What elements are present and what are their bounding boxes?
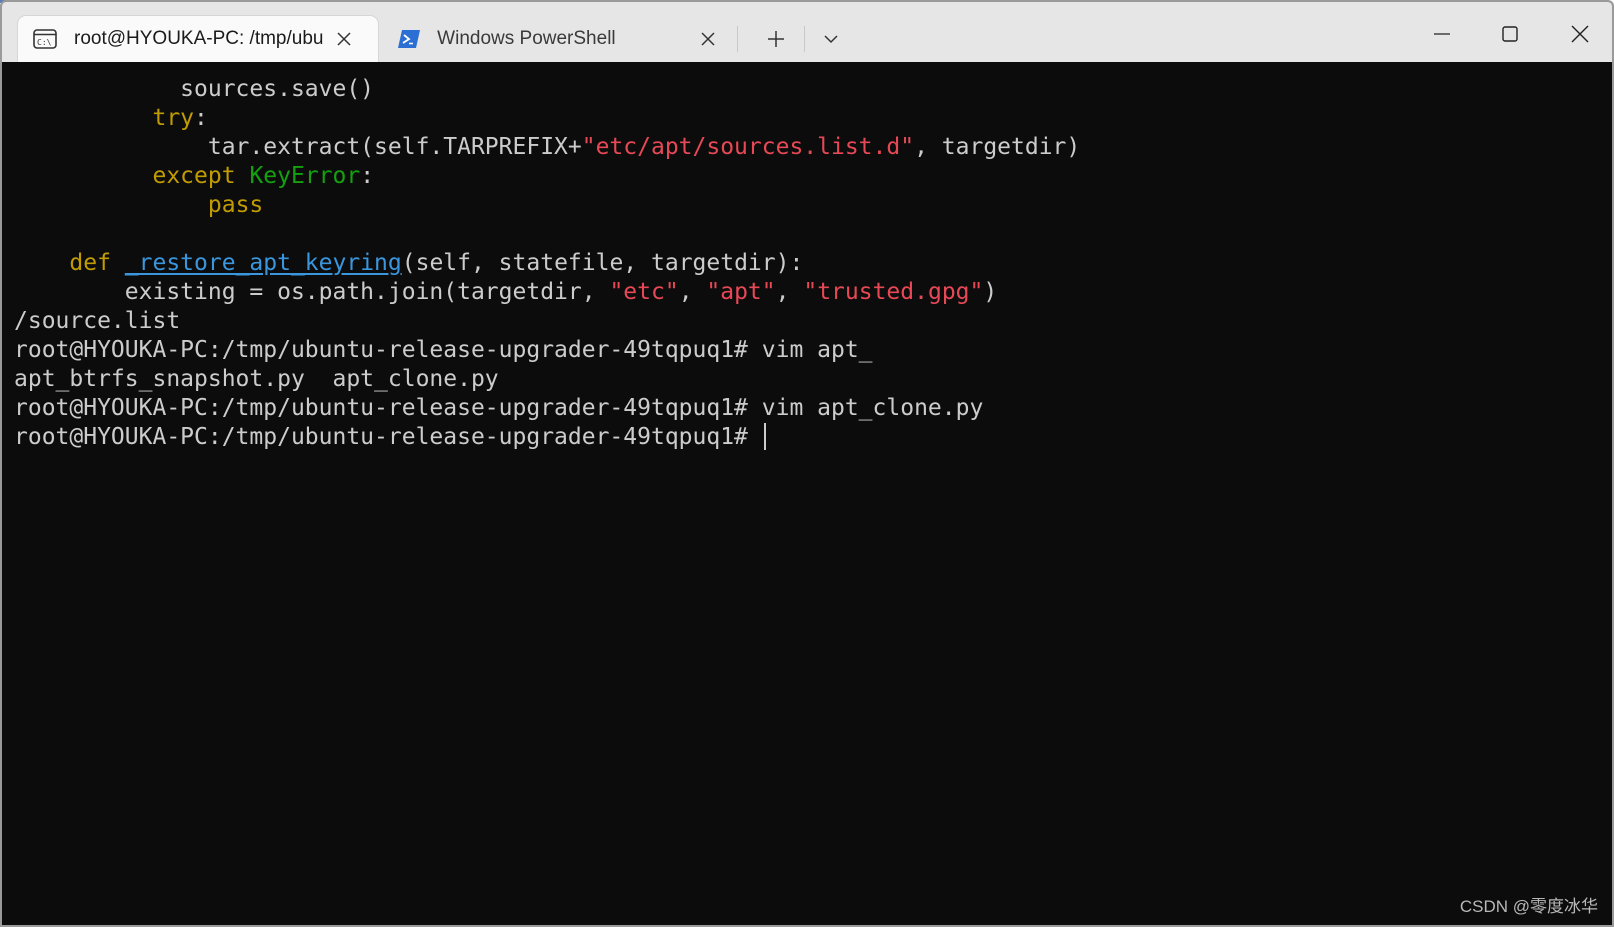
close-tab-icon[interactable] bbox=[330, 25, 358, 53]
terminal-text: , bbox=[775, 279, 804, 305]
minimize-icon bbox=[1434, 33, 1450, 35]
terminal-text: root@HYOUKA-PC:/tmp/ubuntu-release-upgra… bbox=[14, 395, 984, 421]
plus-icon bbox=[768, 31, 784, 47]
title-bar[interactable]: C:\ root@HYOUKA-PC: /tmp/ubu Windows Pow… bbox=[2, 2, 1612, 62]
watermark: CSDN @零度冰华 bbox=[1459, 897, 1598, 916]
terminal-line: sources.save() bbox=[14, 75, 1612, 104]
tab-dropdown-button[interactable] bbox=[815, 24, 847, 54]
terminal-text: (self, statefile, targetdir): bbox=[401, 250, 804, 276]
terminal-text: existing = os.path.join(targetdir, bbox=[14, 279, 610, 305]
terminal-text: sources.save() bbox=[14, 76, 375, 102]
terminal-line: root@HYOUKA-PC:/tmp/ubuntu-release-upgra… bbox=[14, 336, 1612, 365]
tab-separator bbox=[804, 26, 805, 52]
terminal-text: "apt" bbox=[706, 279, 776, 305]
terminal-line: existing = os.path.join(targetdir, "etc"… bbox=[14, 278, 1612, 307]
terminal-text: ) bbox=[983, 279, 998, 305]
terminal-line: root@HYOUKA-PC:/tmp/ubuntu-release-upgra… bbox=[14, 423, 1612, 452]
terminal-text: root@HYOUKA-PC:/tmp/ubuntu-release-upgra… bbox=[14, 424, 762, 450]
text-cursor bbox=[763, 423, 766, 450]
terminal-line: root@HYOUKA-PC:/tmp/ubuntu-release-upgra… bbox=[14, 394, 1612, 423]
terminal-window: C:\ root@HYOUKA-PC: /tmp/ubu Windows Pow… bbox=[0, 0, 1614, 927]
terminal-text: except bbox=[152, 163, 236, 189]
terminal-text: "etc/apt/sources.list.d" bbox=[581, 134, 915, 160]
terminal-line: /source.list bbox=[14, 307, 1612, 336]
terminal-line: pass bbox=[14, 191, 1612, 220]
terminal-text: def bbox=[69, 250, 111, 276]
chevron-down-icon bbox=[824, 35, 838, 44]
maximize-icon bbox=[1502, 26, 1518, 42]
terminal-text: : bbox=[194, 105, 208, 131]
terminal-text: tar.extract(self.TARPREFIX+ bbox=[14, 134, 582, 160]
tab-title: Windows PowerShell bbox=[437, 28, 616, 49]
svg-text:C:\: C:\ bbox=[37, 38, 52, 47]
terminal-text: try bbox=[152, 105, 195, 131]
terminal-text: _restore_apt_keyring bbox=[124, 250, 402, 276]
terminal-text: "etc" bbox=[609, 279, 679, 305]
powershell-icon bbox=[396, 28, 421, 50]
terminal-line: tar.extract(self.TARPREFIX+"etc/apt/sour… bbox=[14, 133, 1612, 162]
terminal-line: try: bbox=[14, 104, 1612, 133]
terminal-text: , bbox=[678, 279, 707, 305]
terminal-output[interactable]: sources.save() try: tar.extract(self.TAR… bbox=[2, 62, 1612, 925]
close-window-button[interactable] bbox=[1550, 14, 1610, 54]
terminal-text: "trusted.gpg" bbox=[803, 279, 984, 305]
close-icon bbox=[1571, 25, 1589, 43]
terminal-text: : bbox=[360, 163, 375, 189]
terminal-text: apt_btrfs_snapshot.py apt_clone.py bbox=[14, 366, 499, 392]
close-tab-icon[interactable] bbox=[695, 25, 722, 53]
terminal-line: apt_btrfs_snapshot.py apt_clone.py bbox=[14, 365, 1612, 394]
tab-separator bbox=[737, 26, 738, 52]
terminal-text: , targetdir) bbox=[914, 134, 1081, 160]
terminal-text: /source.list bbox=[14, 308, 181, 334]
minimize-button[interactable] bbox=[1412, 14, 1472, 54]
maximize-button[interactable] bbox=[1480, 14, 1540, 54]
terminal-tab-icon: C:\ bbox=[32, 28, 58, 50]
terminal-line: def _restore_apt_keyring(self, statefile… bbox=[14, 249, 1612, 278]
terminal-text: pass bbox=[207, 192, 264, 218]
tab-powershell[interactable]: Windows PowerShell bbox=[382, 16, 722, 62]
tab-title: root@HYOUKA-PC: /tmp/ubu bbox=[74, 28, 324, 49]
terminal-text: KeyError bbox=[249, 163, 361, 189]
new-tab-button[interactable] bbox=[760, 24, 792, 54]
terminal-line: except KeyError: bbox=[14, 162, 1612, 191]
terminal-text: root@HYOUKA-PC:/tmp/ubuntu-release-upgra… bbox=[14, 337, 873, 363]
tab-ubuntu[interactable]: C:\ root@HYOUKA-PC: /tmp/ubu bbox=[18, 16, 378, 62]
